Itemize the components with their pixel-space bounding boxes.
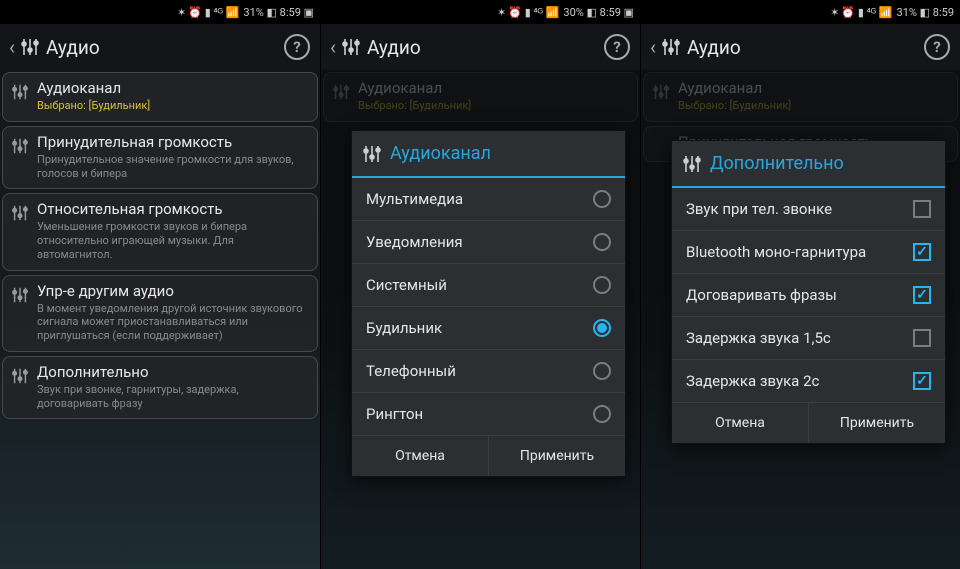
apply-button[interactable]: Применить (488, 436, 625, 476)
status-bar: ⏰ ▮ ⁴ᴳ 📶 31% ◧ 8:59 (641, 0, 960, 24)
sliders-icon (7, 133, 33, 155)
option-label: Задержка звука 2с (686, 372, 819, 390)
card-audio-channel[interactable]: Аудиоканал Выбрано: [Будильник] (2, 72, 318, 122)
radio-icon (593, 233, 611, 251)
apply-button[interactable]: Применить (808, 403, 945, 443)
card-title: Дополнительно (37, 363, 309, 381)
card-forced-volume[interactable]: Принудительная громкость Принудительное … (2, 126, 318, 190)
card-relative-volume[interactable]: Относительная громкость Уменьшение громк… (2, 193, 318, 270)
status-indicators: ⏰ ▮ ⁴ᴳ 📶 (830, 6, 892, 19)
dialog-buttons: Отмена Применить (672, 402, 945, 443)
checkbox-icon (913, 286, 931, 304)
option-system[interactable]: Системный (352, 263, 625, 306)
option-label: Звук при тел. звонке (686, 200, 832, 218)
sliders-icon (341, 37, 361, 57)
option-label: Рингтон (366, 405, 423, 423)
option-phone[interactable]: Телефонный (352, 349, 625, 392)
card-other-audio[interactable]: Упр-е другим аудио В момент уведомления … (2, 275, 318, 352)
back-icon[interactable]: ‹ (6, 37, 18, 57)
option-label: Телефонный (366, 362, 456, 380)
page-title: Аудио (367, 36, 604, 59)
option-bluetooth-mono[interactable]: Bluetooth моно-гарнитура (672, 230, 945, 273)
page-title: Аудио (687, 36, 924, 59)
cancel-button[interactable]: Отмена (352, 436, 488, 476)
settings-list: Аудиоканал Выбрано: [Будильник] Принудит… (0, 70, 320, 419)
page-title: Аудио (46, 36, 284, 59)
dialog-title: Дополнительно (710, 153, 844, 174)
card-title: Аудиоканал (37, 79, 309, 97)
sliders-icon (7, 79, 33, 101)
radio-icon (593, 190, 611, 208)
sliders-icon (682, 154, 702, 174)
status-bar: ⏰ ▮ ⁴ᴳ 📶 30% ◧ 8:59 ▣ (321, 0, 640, 24)
option-multimedia[interactable]: Мультимедиа (352, 178, 625, 220)
option-delay-2[interactable]: Задержка звука 2с (672, 359, 945, 402)
back-icon[interactable]: ‹ (327, 37, 339, 57)
card-subtitle: Уменьшение громкости звуков и бипера отн… (37, 220, 309, 261)
checkbox-icon (913, 200, 931, 218)
screen-audio-settings: ⏰ ▮ ⁴ᴳ 📶 31% ◧ 8:59 ▣ ‹ Аудио ? Аудиокан… (0, 0, 320, 569)
app-header: ‹ Аудио ? (641, 24, 960, 70)
dialog-audio-channel: Аудиоканал Мультимедиа Уведомления Систе… (351, 130, 626, 477)
cancel-button[interactable]: Отмена (672, 403, 808, 443)
sliders-icon (661, 37, 681, 57)
option-delay-1-5[interactable]: Задержка звука 1,5с (672, 316, 945, 359)
option-label: Договаривать фразы (686, 286, 837, 304)
status-indicators: ⏰ ▮ ⁴ᴳ 📶 (177, 6, 239, 19)
help-button[interactable]: ? (924, 34, 950, 60)
dialog-header: Аудиоканал (352, 131, 625, 178)
option-label: Уведомления (366, 233, 463, 251)
help-button[interactable]: ? (604, 34, 630, 60)
screen-audio-channel-dialog: ⏰ ▮ ⁴ᴳ 📶 30% ◧ 8:59 ▣ ‹ Аудио ? Аудиокан… (320, 0, 640, 569)
option-label: Мультимедиа (366, 190, 463, 208)
dialog-buttons: Отмена Применить (352, 435, 625, 476)
dialog-options: Звук при тел. звонке Bluetooth моно-гарн… (672, 188, 945, 402)
option-label: Задержка звука 1,5с (686, 329, 831, 347)
card-title: Принудительная громкость (37, 133, 309, 151)
checkbox-icon (913, 329, 931, 347)
app-header: ‹ Аудио ? (0, 24, 320, 70)
sliders-icon (7, 200, 33, 222)
sliders-icon (7, 363, 33, 385)
radio-icon (593, 276, 611, 294)
option-label: Системный (366, 276, 447, 294)
option-label: Bluetooth моно-гарнитура (686, 243, 866, 261)
help-button[interactable]: ? (284, 34, 310, 60)
card-additional[interactable]: Дополнительно Звук при звонке, гарнитуры… (2, 356, 318, 420)
status-indicators: ⏰ ▮ ⁴ᴳ 📶 (497, 6, 559, 19)
sliders-icon (20, 37, 40, 57)
checkbox-icon (913, 243, 931, 261)
card-subtitle: Выбрано: [Будильник] (37, 99, 309, 113)
option-sound-on-call[interactable]: Звук при тел. звонке (672, 188, 945, 230)
status-text: 31% ◧ 8:59 (897, 6, 954, 19)
option-finish-phrases[interactable]: Договаривать фразы (672, 273, 945, 316)
status-text: 31% ◧ 8:59 ▣ (243, 6, 314, 19)
option-alarm[interactable]: Будильник (352, 306, 625, 349)
dialog-header: Дополнительно (672, 141, 945, 188)
dialog-additional: Дополнительно Звук при тел. звонке Bluet… (671, 140, 946, 444)
dialog-options: Мультимедиа Уведомления Системный Будиль… (352, 178, 625, 435)
option-notifications[interactable]: Уведомления (352, 220, 625, 263)
back-icon[interactable]: ‹ (647, 37, 659, 57)
status-text: 30% ◧ 8:59 ▣ (563, 6, 634, 19)
option-label: Будильник (366, 319, 442, 337)
sliders-icon (362, 144, 382, 164)
radio-icon (593, 405, 611, 423)
dialog-title: Аудиоканал (390, 143, 491, 164)
card-subtitle: В момент уведомления другой источник зву… (37, 302, 309, 343)
status-bar: ⏰ ▮ ⁴ᴳ 📶 31% ◧ 8:59 ▣ (0, 0, 320, 24)
card-title: Упр-е другим аудио (37, 282, 309, 300)
screen-additional-dialog: ⏰ ▮ ⁴ᴳ 📶 31% ◧ 8:59 ‹ Аудио ? Аудиоканал… (640, 0, 960, 569)
app-header: ‹ Аудио ? (321, 24, 640, 70)
radio-icon (593, 319, 611, 337)
checkbox-icon (913, 372, 931, 390)
card-subtitle: Звук при звонке, гарнитуры, задержка, до… (37, 383, 309, 411)
option-ringtone[interactable]: Рингтон (352, 392, 625, 435)
card-subtitle: Принудительное значение громкости для зв… (37, 153, 309, 181)
card-title: Относительная громкость (37, 200, 309, 218)
sliders-icon (7, 282, 33, 304)
radio-icon (593, 362, 611, 380)
